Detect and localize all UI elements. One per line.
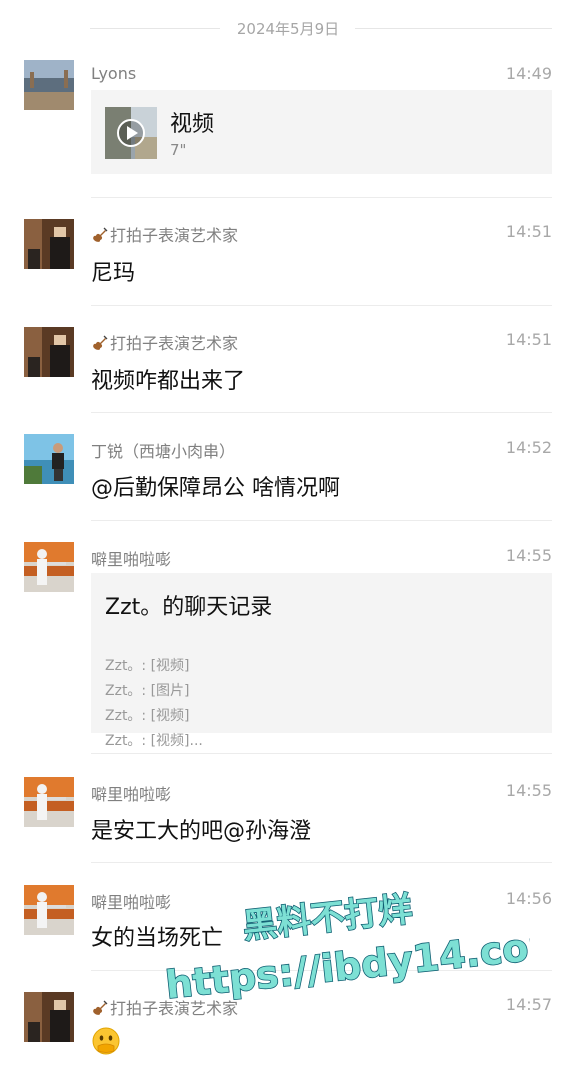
- message-item: 噼里啪啦嘭 14:55 Zzt。的聊天记录 Zzt。: [视频] Zzt。: […: [0, 542, 576, 754]
- sender-name: Lyons: [91, 64, 137, 83]
- video-title: 视频: [170, 112, 215, 137]
- timestamp: 14:49: [505, 64, 552, 83]
- avatar[interactable]: [24, 992, 74, 1042]
- video-card[interactable]: 视频 7": [91, 90, 552, 174]
- message-divider: [91, 520, 552, 521]
- message-item: 噼里啪啦嘭 14:56 女的当场死亡: [0, 885, 576, 975]
- avatar[interactable]: [24, 885, 74, 935]
- sender-label: 打拍子表演艺术家: [110, 334, 239, 353]
- message-text: 尼玛: [91, 261, 136, 286]
- sender-name: 噼里啪啦嘭: [91, 550, 172, 569]
- video-thumbnail: [105, 107, 157, 159]
- timestamp: 14:57: [505, 995, 552, 1014]
- violin-icon: [91, 998, 109, 1020]
- violin-icon: [91, 333, 109, 355]
- chat-record-title: Zzt。的聊天记录: [105, 595, 273, 620]
- sender-name: 噼里啪啦嘭: [91, 785, 172, 804]
- timestamp: 14:52: [505, 438, 552, 457]
- message-divider: [91, 197, 552, 198]
- sender-label: 打拍子表演艺术家: [110, 999, 239, 1018]
- message-item: 打拍子表演艺术家 14:57: [0, 992, 576, 1082]
- avatar[interactable]: [24, 327, 74, 377]
- message-item: 丁锐（西塘小肉串） 14:52 @后勤保障昂公 啥情况啊: [0, 434, 576, 524]
- message-item: Lyons 14:49 视频 7": [0, 60, 576, 198]
- message-divider: [91, 305, 552, 306]
- sender-name: 噼里啪啦嘭: [91, 893, 172, 912]
- message-item: 打拍子表演艺术家 14:51 视频咋都出来了: [0, 327, 576, 417]
- message-divider: [91, 753, 552, 754]
- avatar[interactable]: [24, 542, 74, 592]
- date-separator: 2024年5月9日: [0, 14, 576, 42]
- avatar[interactable]: [24, 60, 74, 110]
- message-divider: [91, 412, 552, 413]
- avatar[interactable]: [24, 434, 74, 484]
- message-text: @后勤保障昂公 啥情况啊: [91, 476, 340, 501]
- timestamp: 14:56: [505, 889, 552, 908]
- message-divider: [91, 970, 552, 971]
- chat-record-card[interactable]: Zzt。的聊天记录 Zzt。: [视频] Zzt。: [图片] Zzt。: [视…: [91, 573, 552, 749]
- sender-name: 打拍子表演艺术家: [91, 995, 238, 1020]
- violin-icon: [91, 225, 109, 247]
- message-divider: [91, 862, 552, 863]
- timestamp: 14:55: [505, 781, 552, 800]
- message-item: 噼里啪啦嘭 14:55 是安工大的吧@孙海澄: [0, 777, 576, 867]
- chat-record-line: Zzt。: [视频]: [105, 658, 190, 674]
- hand-over-mouth-emoji: [91, 1026, 121, 1056]
- message-item: 打拍子表演艺术家 14:51 尼玛: [0, 219, 576, 309]
- date-separator-line: [355, 28, 552, 29]
- sender-name: 打拍子表演艺术家: [91, 330, 238, 355]
- avatar[interactable]: [24, 219, 74, 269]
- message-text: 女的当场死亡: [91, 926, 224, 951]
- chat-record-line: Zzt。: [图片]: [105, 683, 190, 699]
- sender-name: 丁锐（西塘小肉串）: [91, 442, 236, 461]
- message-text: 视频咋都出来了: [91, 369, 246, 394]
- message-text: 是安工大的吧@孙海澄: [91, 819, 312, 844]
- avatar[interactable]: [24, 777, 74, 827]
- chat-record-line: Zzt。: [视频]...: [105, 733, 203, 749]
- chat-record-line: Zzt。: [视频]: [105, 708, 190, 724]
- timestamp: 14:51: [505, 330, 552, 349]
- sender-label: 打拍子表演艺术家: [110, 226, 239, 245]
- video-duration: 7": [170, 141, 187, 159]
- timestamp: 14:55: [505, 546, 552, 565]
- timestamp: 14:51: [505, 222, 552, 241]
- sender-name: 打拍子表演艺术家: [91, 222, 238, 247]
